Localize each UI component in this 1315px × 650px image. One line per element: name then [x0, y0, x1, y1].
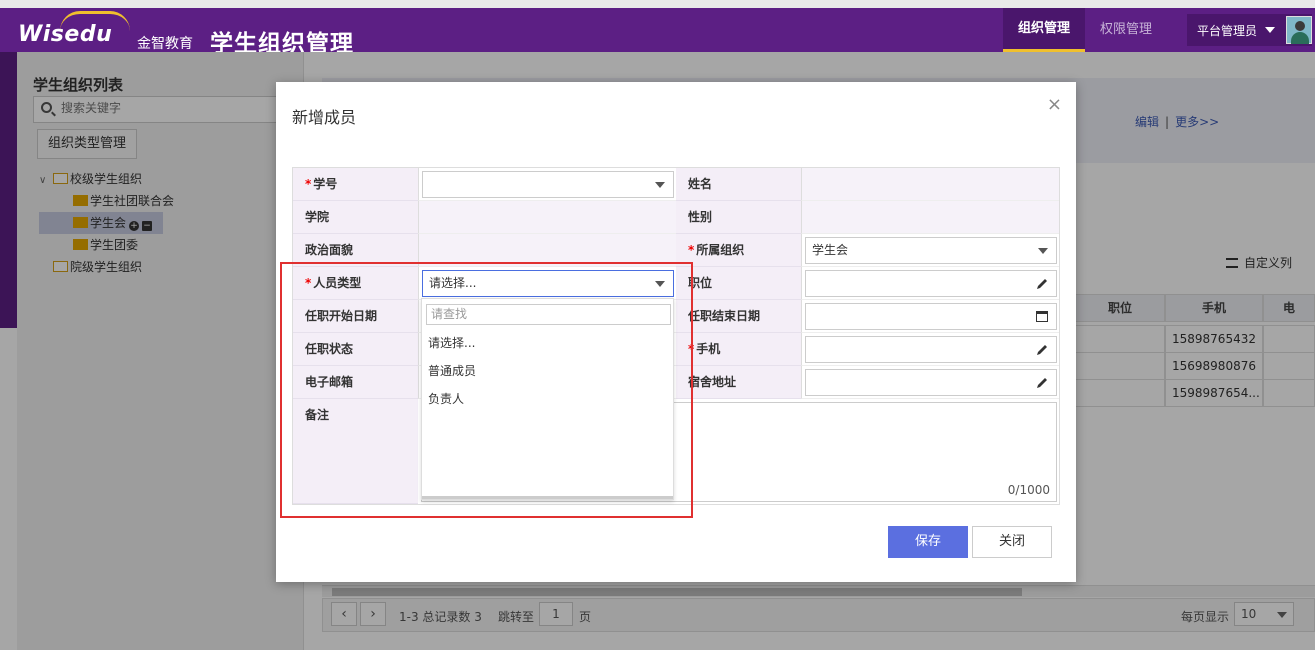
- dropdown-scrollbar[interactable]: [422, 496, 673, 499]
- position-input[interactable]: [805, 270, 1057, 297]
- phone-label: * 手机: [676, 333, 801, 366]
- chevron-down-icon: [655, 182, 665, 188]
- dropdown-option[interactable]: 普通成员: [428, 361, 476, 381]
- position-cell: [801, 267, 1059, 300]
- student-id-label: * 学号: [293, 168, 418, 201]
- logo-swoosh: [60, 11, 130, 31]
- browser-strip: [0, 0, 1315, 8]
- gender-label: 性别: [676, 201, 801, 234]
- name-label: 姓名: [676, 168, 801, 201]
- member-type-select[interactable]: 请选择...: [422, 270, 674, 297]
- phone-input[interactable]: [805, 336, 1057, 363]
- student-id-select[interactable]: [422, 171, 674, 198]
- dropdown-search-input[interactable]: 请查找: [426, 304, 671, 325]
- end-date-label: 任职结束日期: [676, 300, 801, 333]
- end-date-cell: [801, 300, 1059, 333]
- close-button[interactable]: 关闭: [972, 526, 1052, 558]
- phone-cell: [801, 333, 1059, 366]
- political-label: 政治面貌: [293, 234, 418, 267]
- remark-label: 备注: [293, 399, 418, 504]
- org-cell: 学生会: [801, 234, 1059, 267]
- member-type-label: * 人员类型: [293, 267, 418, 300]
- tab-org-management[interactable]: 组织管理: [1003, 8, 1086, 52]
- member-type-dropdown: 请查找 请选择... 普通成员 负责人: [421, 298, 674, 500]
- dorm-input[interactable]: [805, 369, 1057, 396]
- calendar-icon[interactable]: [1036, 311, 1048, 322]
- user-role: 平台管理员: [1197, 23, 1258, 38]
- college-label: 学院: [293, 201, 418, 234]
- pencil-icon: [1037, 378, 1047, 388]
- position-label: 职位: [676, 267, 801, 300]
- dropdown-option[interactable]: 负责人: [428, 389, 464, 409]
- end-date-input[interactable]: [805, 303, 1057, 330]
- dorm-label: 宿舍地址: [676, 366, 801, 399]
- name-value: [801, 168, 1059, 201]
- pencil-icon: [1037, 345, 1047, 355]
- org-label: * 所属组织: [676, 234, 801, 267]
- remark-counter: 0/1000: [1007, 483, 1050, 497]
- student-id-cell: [418, 168, 676, 201]
- chevron-down-icon: [1038, 248, 1048, 254]
- main-nav: 组织管理 权限管理: [1003, 8, 1167, 52]
- dropdown-option[interactable]: 请选择...: [428, 333, 475, 353]
- logo-subtitle: 金智教育: [137, 36, 193, 52]
- org-select[interactable]: 学生会: [805, 237, 1057, 264]
- member-type-cell: 请选择...: [418, 267, 676, 300]
- tab-permission-management[interactable]: 权限管理: [1085, 8, 1167, 52]
- pencil-icon: [1037, 279, 1047, 289]
- college-value: [418, 201, 676, 234]
- member-form: * 学号 姓名 学院 性别 政治面貌 * 所属组织 学生会 * 人员类型 请选择...…: [292, 167, 1060, 505]
- dorm-cell: [801, 366, 1059, 399]
- close-icon[interactable]: ×: [1047, 94, 1062, 115]
- status-label: 任职状态: [293, 333, 418, 366]
- start-date-label: 任职开始日期: [293, 300, 418, 333]
- save-button[interactable]: 保存: [888, 526, 968, 558]
- email-label: 电子邮箱: [293, 366, 418, 399]
- chevron-down-icon: [1265, 27, 1276, 33]
- dialog-title: 新增成员: [292, 108, 357, 127]
- chevron-down-icon: [655, 281, 665, 287]
- add-member-dialog: 新增成员 × * 学号 姓名 学院 性别 政治面貌 * 所属组织 学生会 * 人员类型…: [276, 82, 1076, 582]
- political-value: [418, 234, 676, 267]
- avatar[interactable]: [1286, 16, 1312, 44]
- gender-value: [801, 201, 1059, 234]
